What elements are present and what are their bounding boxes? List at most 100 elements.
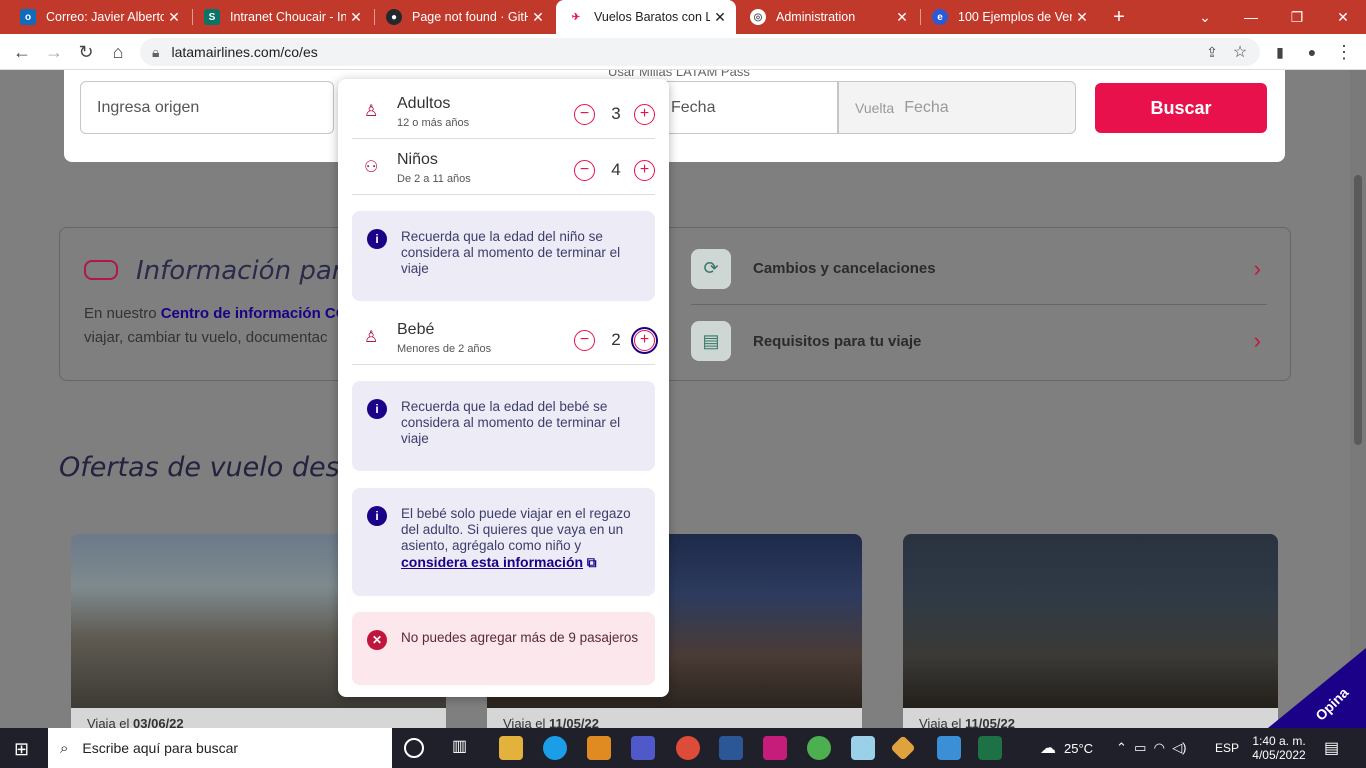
chrome-alt-icon[interactable] [807, 736, 831, 760]
page-content: Usar Millas LATAM Pass Ingresa origen Fe… [0, 70, 1366, 728]
baby-age-note: i Recuerda que la edad del bebé se consi… [352, 381, 655, 471]
windows-start-icon[interactable]: ⊞ [14, 739, 29, 760]
children-decrement-button[interactable]: − [574, 160, 595, 181]
git-icon[interactable] [890, 735, 916, 761]
clock[interactable]: 1:40 a. m. 4/05/2022 [1250, 728, 1308, 768]
system-tray-icons[interactable]: ⌃ ▭ ◠ ◁) [1116, 728, 1187, 768]
browser-tab-bar: o Correo: Javier Alberto ✕ S Intranet Ch… [0, 0, 1366, 34]
reload-icon[interactable]: ↻ [72, 38, 100, 66]
health-icon [84, 260, 118, 280]
offer-card[interactable]: Viaja el 11/05/22 [903, 534, 1278, 728]
excel-icon[interactable] [978, 736, 1002, 760]
tab-administration[interactable]: ◎ Administration ✕ [738, 0, 918, 34]
miles-text: Usar Millas LATAM Pass [608, 70, 750, 79]
children-increment-button[interactable]: + [634, 160, 655, 181]
requirements-row[interactable]: ▤ Requisitos para tu viaje › [691, 305, 1267, 377]
close-icon[interactable]: ✕ [892, 9, 912, 26]
baby-decrement-button[interactable]: − [574, 330, 595, 351]
adults-count: 3 [611, 104, 621, 123]
changes-row[interactable]: ⟳ Cambios y cancelaciones › [691, 233, 1267, 305]
tab-search-icon[interactable]: ⌄ [1182, 0, 1228, 34]
intellij-icon[interactable] [763, 736, 787, 760]
chevron-right-icon: › [1253, 255, 1261, 281]
file-explorer-icon[interactable] [499, 736, 523, 760]
side-panel-icon[interactable]: ▮ [1266, 38, 1294, 66]
baby-icon: ♙ [364, 329, 379, 346]
info-section: Información para C En nuestro Centro de … [59, 227, 1291, 381]
child-age-note: i Recuerda que la edad del niño se consi… [352, 211, 655, 301]
baby-row: ♙ Bebé Menores de 2 años − 2 + [352, 309, 658, 365]
teams-icon[interactable] [631, 736, 655, 760]
children-count: 4 [611, 160, 621, 179]
adults-increment-button[interactable]: + [634, 104, 655, 125]
tab-ejemplos[interactable]: e 100 Ejemplos de Verb ✕ [920, 0, 1098, 34]
taskbar-search-input[interactable]: ⌕ Escribe aquí para buscar [48, 728, 392, 768]
weather-widget[interactable]: ☁ 25°C [1040, 728, 1093, 768]
url-text: latamairlines.com/co/es [171, 44, 318, 60]
sharepoint-icon: S [204, 9, 220, 25]
search-icon: ⌕ [60, 739, 69, 757]
tab-intranet[interactable]: S Intranet Choucair - Ini ✕ [192, 0, 372, 34]
baby-count: 2 [611, 330, 621, 349]
close-icon[interactable]: ✕ [346, 9, 366, 26]
forward-icon[interactable]: → [40, 38, 68, 66]
share-icon[interactable]: ⇪ [1198, 38, 1226, 66]
adults-row: ♙ Adultos 12 o más años − 3 + [352, 83, 655, 139]
photos-icon[interactable] [937, 736, 961, 760]
more-info-link[interactable]: considera esta información [401, 554, 583, 570]
adult-icon: ♙ [364, 103, 379, 120]
info-icon: i [367, 229, 387, 249]
language-indicator[interactable]: ESP [1215, 728, 1239, 768]
site-icon: e [932, 9, 948, 25]
close-icon[interactable]: ✕ [528, 9, 548, 26]
chevron-right-icon: › [1253, 328, 1261, 353]
close-icon[interactable]: ✕ [164, 9, 184, 26]
notes-icon[interactable] [851, 736, 875, 760]
children-row: ⚇ Niños De 2 a 11 años − 4 + [352, 139, 655, 195]
address-bar: ← → ↻ ⌂ 🔒︎ latamairlines.com/co/es ⇪ ☆ ▮… [0, 34, 1366, 70]
info-text: En nuestro Centro de información CO viaj… [84, 305, 348, 346]
flight-search-card: Usar Millas LATAM Pass Ingresa origen Fe… [64, 70, 1285, 162]
close-window-icon[interactable]: ✕ [1320, 0, 1366, 34]
menu-icon[interactable]: ⋮ [1330, 38, 1358, 66]
globe-icon: ◎ [750, 9, 766, 25]
chrome-icon[interactable] [676, 736, 700, 760]
info-center-link[interactable]: Centro de información CO [161, 305, 348, 322]
cortana-icon[interactable] [404, 738, 424, 758]
baby-lap-note: i El bebé solo puede viajar en el regazo… [352, 488, 655, 596]
search-button[interactable]: Buscar [1095, 83, 1267, 133]
outlook-taskbar-icon[interactable] [587, 736, 611, 760]
origin-input[interactable]: Ingresa origen [80, 81, 334, 134]
edge-icon[interactable] [543, 736, 567, 760]
children-icon: ⚇ [364, 159, 379, 176]
tab-vuelos[interactable]: ✈ Vuelos Baratos con LA ✕ [556, 0, 736, 34]
task-view-icon[interactable]: ▥ [452, 736, 476, 760]
close-icon[interactable]: ✕ [1072, 9, 1092, 26]
bookmark-star-icon[interactable]: ☆ [1226, 38, 1254, 66]
tab-correo[interactable]: o Correo: Javier Alberto ✕ [8, 0, 190, 34]
home-icon[interactable]: ⌂ [104, 38, 132, 66]
minimize-icon[interactable]: — [1228, 0, 1274, 34]
notifications-icon[interactable]: ▤ [1324, 728, 1339, 768]
latam-icon: ✈ [568, 9, 584, 25]
info-icon: i [367, 506, 387, 526]
adults-decrement-button[interactable]: − [574, 104, 595, 125]
baby-increment-button[interactable]: + [631, 327, 658, 354]
passenger-selector: ♙ Adultos 12 o más años − 3 + ⚇ Niños De… [338, 79, 669, 697]
scrollbar-thumb[interactable] [1354, 175, 1362, 445]
github-icon: ● [386, 9, 402, 25]
changes-icon: ⟳ [691, 248, 731, 289]
restore-icon[interactable]: ❐ [1274, 0, 1320, 34]
back-icon[interactable]: ← [8, 38, 36, 66]
tab-github[interactable]: ● Page not found · GitH ✕ [374, 0, 554, 34]
departure-date-field[interactable]: Fecha [654, 81, 838, 134]
profile-icon[interactable]: ● [1298, 38, 1326, 66]
page-scrollbar[interactable] [1350, 70, 1366, 728]
url-field[interactable]: 🔒︎ latamairlines.com/co/es [140, 38, 1260, 66]
weather-icon: ☁ [1040, 740, 1056, 757]
close-icon[interactable]: ✕ [710, 9, 730, 26]
new-tab-button[interactable]: + [1096, 0, 1142, 34]
word-icon[interactable] [719, 736, 743, 760]
max-passengers-error: ✕ No puedes agregar más de 9 pasajeros [352, 612, 655, 685]
return-date-field[interactable]: Vuelta Fecha [838, 81, 1076, 134]
